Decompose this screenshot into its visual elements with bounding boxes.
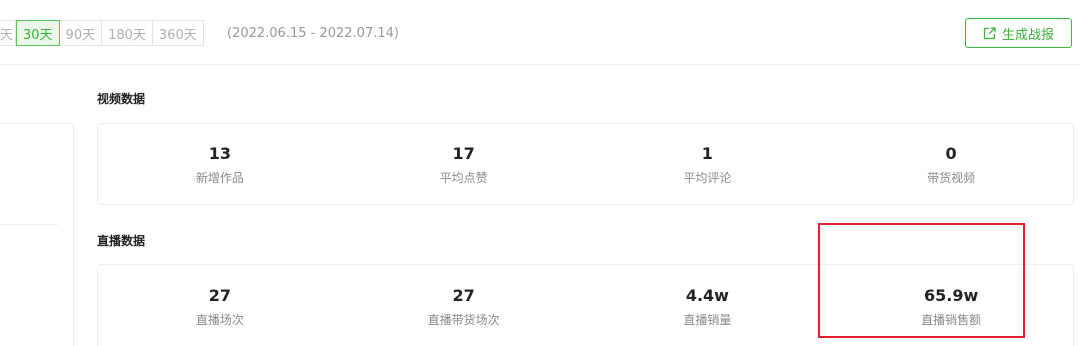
range-7d-button[interactable]: 天 (0, 20, 16, 46)
video-stats-card: 13 新增作品 17 平均点赞 1 平均评论 0 带货视频 (97, 123, 1074, 205)
stat-value: 17 (452, 144, 475, 163)
range-360d-button[interactable]: 360天 (152, 20, 204, 46)
stat-live-sales-volume: 4.4w 直播销量 (586, 265, 830, 346)
stat-live-sessions: 27 直播场次 (98, 265, 342, 346)
video-section-title: 视频数据 (97, 92, 146, 106)
stat-avg-likes: 17 平均点赞 (342, 124, 586, 204)
generate-report-button[interactable]: 生成战报 (965, 18, 1072, 48)
stat-sales-videos: 0 带货视频 (829, 124, 1073, 204)
range-30d-button[interactable]: 30天 (16, 20, 60, 46)
stat-live-sales-sessions: 27 直播带货场次 (342, 265, 586, 346)
left-side-panel (0, 123, 74, 346)
influencer-data-page: 天 30天 90天 180天 360天 (2022.06.15 - 2022.0… (0, 0, 1080, 346)
stat-avg-comments: 1 平均评论 (586, 124, 830, 204)
stat-label: 直播场次 (195, 312, 244, 327)
time-range-selector: 天 30天 90天 180天 360天 (0, 20, 204, 46)
stat-label: 带货视频 (927, 171, 976, 185)
stat-label: 平均评论 (683, 171, 732, 185)
range-90d-button[interactable]: 90天 (59, 20, 103, 46)
highlight-annotation-box (818, 223, 1025, 338)
stat-value: 27 (208, 285, 231, 305)
range-180d-button[interactable]: 180天 (102, 20, 153, 46)
left-panel-divider (0, 224, 58, 225)
stat-value: 0 (945, 144, 957, 163)
date-range-text: (2022.06.15 - 2022.07.14) (227, 25, 399, 41)
stat-value: 1 (701, 144, 713, 163)
stat-value: 13 (208, 144, 231, 163)
stat-value: 4.4w (685, 285, 729, 305)
share-external-icon (983, 26, 996, 40)
live-section-title: 直播数据 (97, 234, 146, 248)
stat-label: 直播带货场次 (427, 312, 500, 327)
stat-new-works: 13 新增作品 (98, 124, 342, 204)
stat-value: 27 (452, 285, 475, 305)
generate-report-label: 生成战报 (1001, 27, 1054, 43)
stat-label: 新增作品 (195, 171, 244, 185)
stat-label: 平均点赞 (439, 171, 488, 185)
time-range-toolbar: 天 30天 90天 180天 360天 (2022.06.15 - 2022.0… (0, 0, 1080, 65)
stat-label: 直播销量 (683, 312, 732, 327)
